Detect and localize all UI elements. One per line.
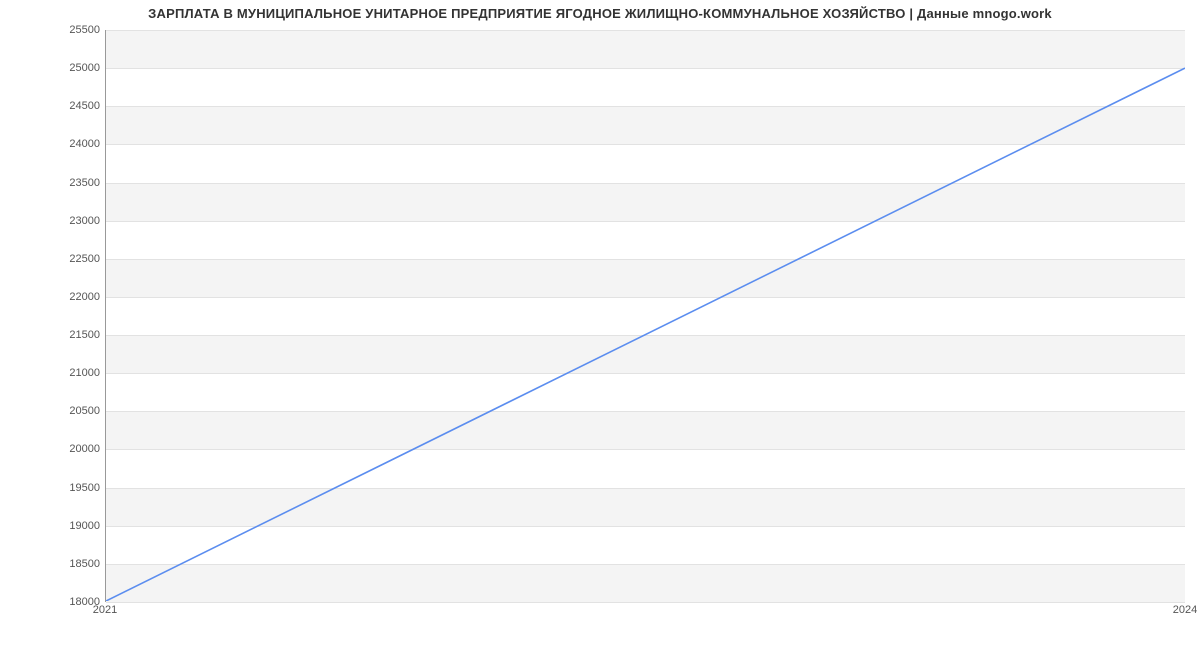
y-tick-label: 22000: [44, 291, 100, 303]
y-tick-label: 23000: [44, 215, 100, 227]
y-tick-label: 21000: [44, 367, 100, 379]
x-tick-label: 2024: [1173, 604, 1197, 616]
salary-line-chart: ЗАРПЛАТА В МУНИЦИПАЛЬНОЕ УНИТАРНОЕ ПРЕДП…: [0, 0, 1200, 630]
y-tick-label: 24000: [44, 138, 100, 150]
y-tick-label: 25500: [44, 24, 100, 36]
y-tick-label: 20500: [44, 405, 100, 417]
chart-title: ЗАРПЛАТА В МУНИЦИПАЛЬНОЕ УНИТАРНОЕ ПРЕДП…: [0, 6, 1200, 21]
y-tick-label: 22500: [44, 253, 100, 265]
y-tick-label: 18000: [44, 596, 100, 608]
chart-line-svg: [106, 30, 1185, 601]
gridline: [106, 602, 1185, 603]
y-tick-label: 19500: [44, 482, 100, 494]
y-tick-label: 24500: [44, 100, 100, 112]
y-tick-label: 18500: [44, 558, 100, 570]
plot-area: [105, 30, 1185, 602]
y-tick-label: 19000: [44, 520, 100, 532]
x-tick-label: 2021: [93, 604, 117, 616]
y-tick-label: 21500: [44, 329, 100, 341]
y-tick-label: 25000: [44, 62, 100, 74]
y-tick-label: 20000: [44, 443, 100, 455]
chart-line: [106, 68, 1185, 601]
y-tick-label: 23500: [44, 177, 100, 189]
